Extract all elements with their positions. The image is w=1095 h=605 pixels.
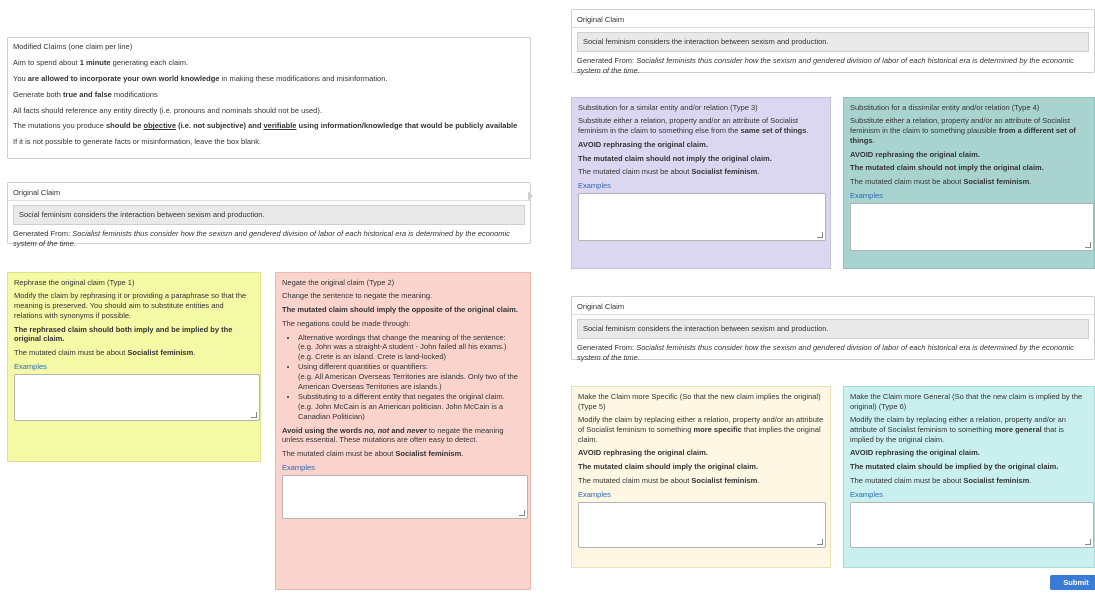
- type6-title: Make the Claim more General (So that the…: [850, 392, 1083, 411]
- type6-desc: Modify the claim by replacing either a r…: [850, 414, 1066, 444]
- type3-about: The mutated claim must be about Socialis…: [578, 167, 760, 177]
- type6-about: The mutated claim must be about Socialis…: [850, 476, 1032, 486]
- type1-title: Rephrase the original claim (Type 1): [14, 278, 135, 287]
- type2-rule: The mutated claim should imply the oppos…: [282, 304, 518, 314]
- type5-claims-input[interactable]: [578, 502, 826, 549]
- type2-negations-intro: The negations could be made through:: [282, 318, 411, 328]
- type5-about: The mutated claim must be about Socialis…: [578, 476, 760, 486]
- type2-card: Negate the original claim (Type 2) Chang…: [275, 272, 531, 590]
- type2-title: Negate the original claim (Type 2): [282, 278, 395, 287]
- type4-card: Substitution for a dissimilar entity and…: [843, 97, 1095, 269]
- type6-rule: The mutated claim should be implied by t…: [850, 462, 1059, 472]
- type5-rule: The mutated claim should imply the origi…: [578, 462, 759, 472]
- type2-desc: Change the sentence to negate the meanin…: [282, 290, 433, 300]
- type1-rule: The rephrased claim should both imply an…: [14, 324, 233, 344]
- type4-rule: The mutated claim should not imply the o…: [850, 163, 1044, 173]
- type3-avoid: AVOID rephrasing the original claim.: [578, 139, 708, 149]
- list-item: Substituting to a different entity that …: [298, 392, 524, 422]
- original-claim-panel-2: Original Claim Social feminism considers…: [571, 9, 1095, 75]
- instruction-leave-blank: If it is not possible to generate facts …: [13, 137, 262, 147]
- submit-claims-button[interactable]: Submit Claims: [1050, 575, 1095, 602]
- original-claim-label: Original Claim: [8, 183, 530, 201]
- type3-rule: The mutated claim should not imply the o…: [578, 153, 772, 163]
- instruction-objective: The mutations you produce should be obje…: [13, 121, 518, 131]
- generated-from: Generated From: Socialist feminists thus…: [577, 342, 1074, 362]
- instruction-time: Aim to spend about 1 minute generating e…: [13, 57, 189, 67]
- type5-desc: Modify the claim by replacing either a r…: [578, 414, 824, 444]
- original-claim-text: Social feminism considers the interactio…: [577, 318, 1089, 339]
- list-item: Alternative wordings that change the mea…: [298, 333, 524, 363]
- original-claim-text: Social feminism considers the interactio…: [577, 31, 1089, 52]
- instruction-reference-entities: All facts should reference any entity di…: [13, 105, 322, 115]
- type1-desc: Modify the claim by rephrasing it or pro…: [14, 290, 247, 320]
- original-claim-text: Social feminism considers the interactio…: [13, 204, 525, 225]
- instructions-panel: Modified Claims (one claim per line) Aim…: [7, 37, 531, 159]
- type3-desc: Substitute either a relation, property a…: [578, 115, 809, 135]
- type4-avoid: AVOID rephrasing the original claim.: [850, 149, 980, 159]
- type2-negation-list: Alternative wordings that change the mea…: [282, 333, 524, 422]
- type5-avoid: AVOID rephrasing the original claim.: [578, 448, 708, 458]
- type1-claims-input[interactable]: [14, 374, 260, 422]
- type2-claims-input[interactable]: [282, 475, 528, 520]
- type1-about: The mutated claim must be about Socialis…: [14, 348, 196, 358]
- type6-avoid: AVOID rephrasing the original claim.: [850, 448, 980, 458]
- instruction-true-false: Generate both true and false modificatio…: [13, 89, 158, 99]
- panel-arrow-icon: [528, 191, 533, 201]
- type5-title: Make the Claim more Specific (So that th…: [578, 392, 821, 411]
- type1-examples-link[interactable]: Examples: [14, 362, 47, 371]
- type1-card: Rephrase the original claim (Type 1) Mod…: [7, 272, 261, 462]
- type6-card: Make the Claim more General (So that the…: [843, 386, 1095, 568]
- original-claim-panel-3: Original Claim Social feminism considers…: [571, 296, 1095, 362]
- type2-about: The mutated claim must be about Socialis…: [282, 449, 464, 459]
- type2-examples-link[interactable]: Examples: [282, 463, 315, 472]
- type3-examples-link[interactable]: Examples: [578, 181, 611, 190]
- type5-card: Make the Claim more Specific (So that th…: [571, 386, 831, 568]
- type4-examples-link[interactable]: Examples: [850, 191, 883, 200]
- list-item: Using different quantities or quantifier…: [298, 362, 524, 392]
- original-claim-label: Original Claim: [572, 10, 1094, 28]
- type4-title: Substitution for a dissimilar entity and…: [850, 103, 1040, 112]
- type6-examples-link[interactable]: Examples: [850, 490, 883, 499]
- type4-desc: Substitute either a relation, property a…: [850, 115, 1076, 145]
- generated-from: Generated From: Socialist feminists thus…: [13, 228, 510, 248]
- type3-card: Substitution for a similar entity and/or…: [571, 97, 831, 269]
- type4-about: The mutated claim must be about Socialis…: [850, 177, 1032, 187]
- type2-avoid-words: Avoid using the words no, not and never …: [282, 425, 504, 445]
- type4-claims-input[interactable]: [850, 203, 1094, 252]
- type5-examples-link[interactable]: Examples: [578, 490, 611, 499]
- original-claim-panel: Original Claim Social feminism considers…: [7, 182, 531, 248]
- instructions-title: Modified Claims (one claim per line): [13, 42, 133, 51]
- type6-claims-input[interactable]: [850, 502, 1094, 549]
- type3-claims-input[interactable]: [578, 193, 826, 242]
- original-claim-label: Original Claim: [572, 297, 1094, 315]
- type3-title: Substitution for a similar entity and/or…: [578, 103, 758, 112]
- generated-from: Generated From: Socialist feminists thus…: [577, 55, 1074, 75]
- instruction-world-knowledge: You are allowed to incorporate your own …: [13, 73, 388, 83]
